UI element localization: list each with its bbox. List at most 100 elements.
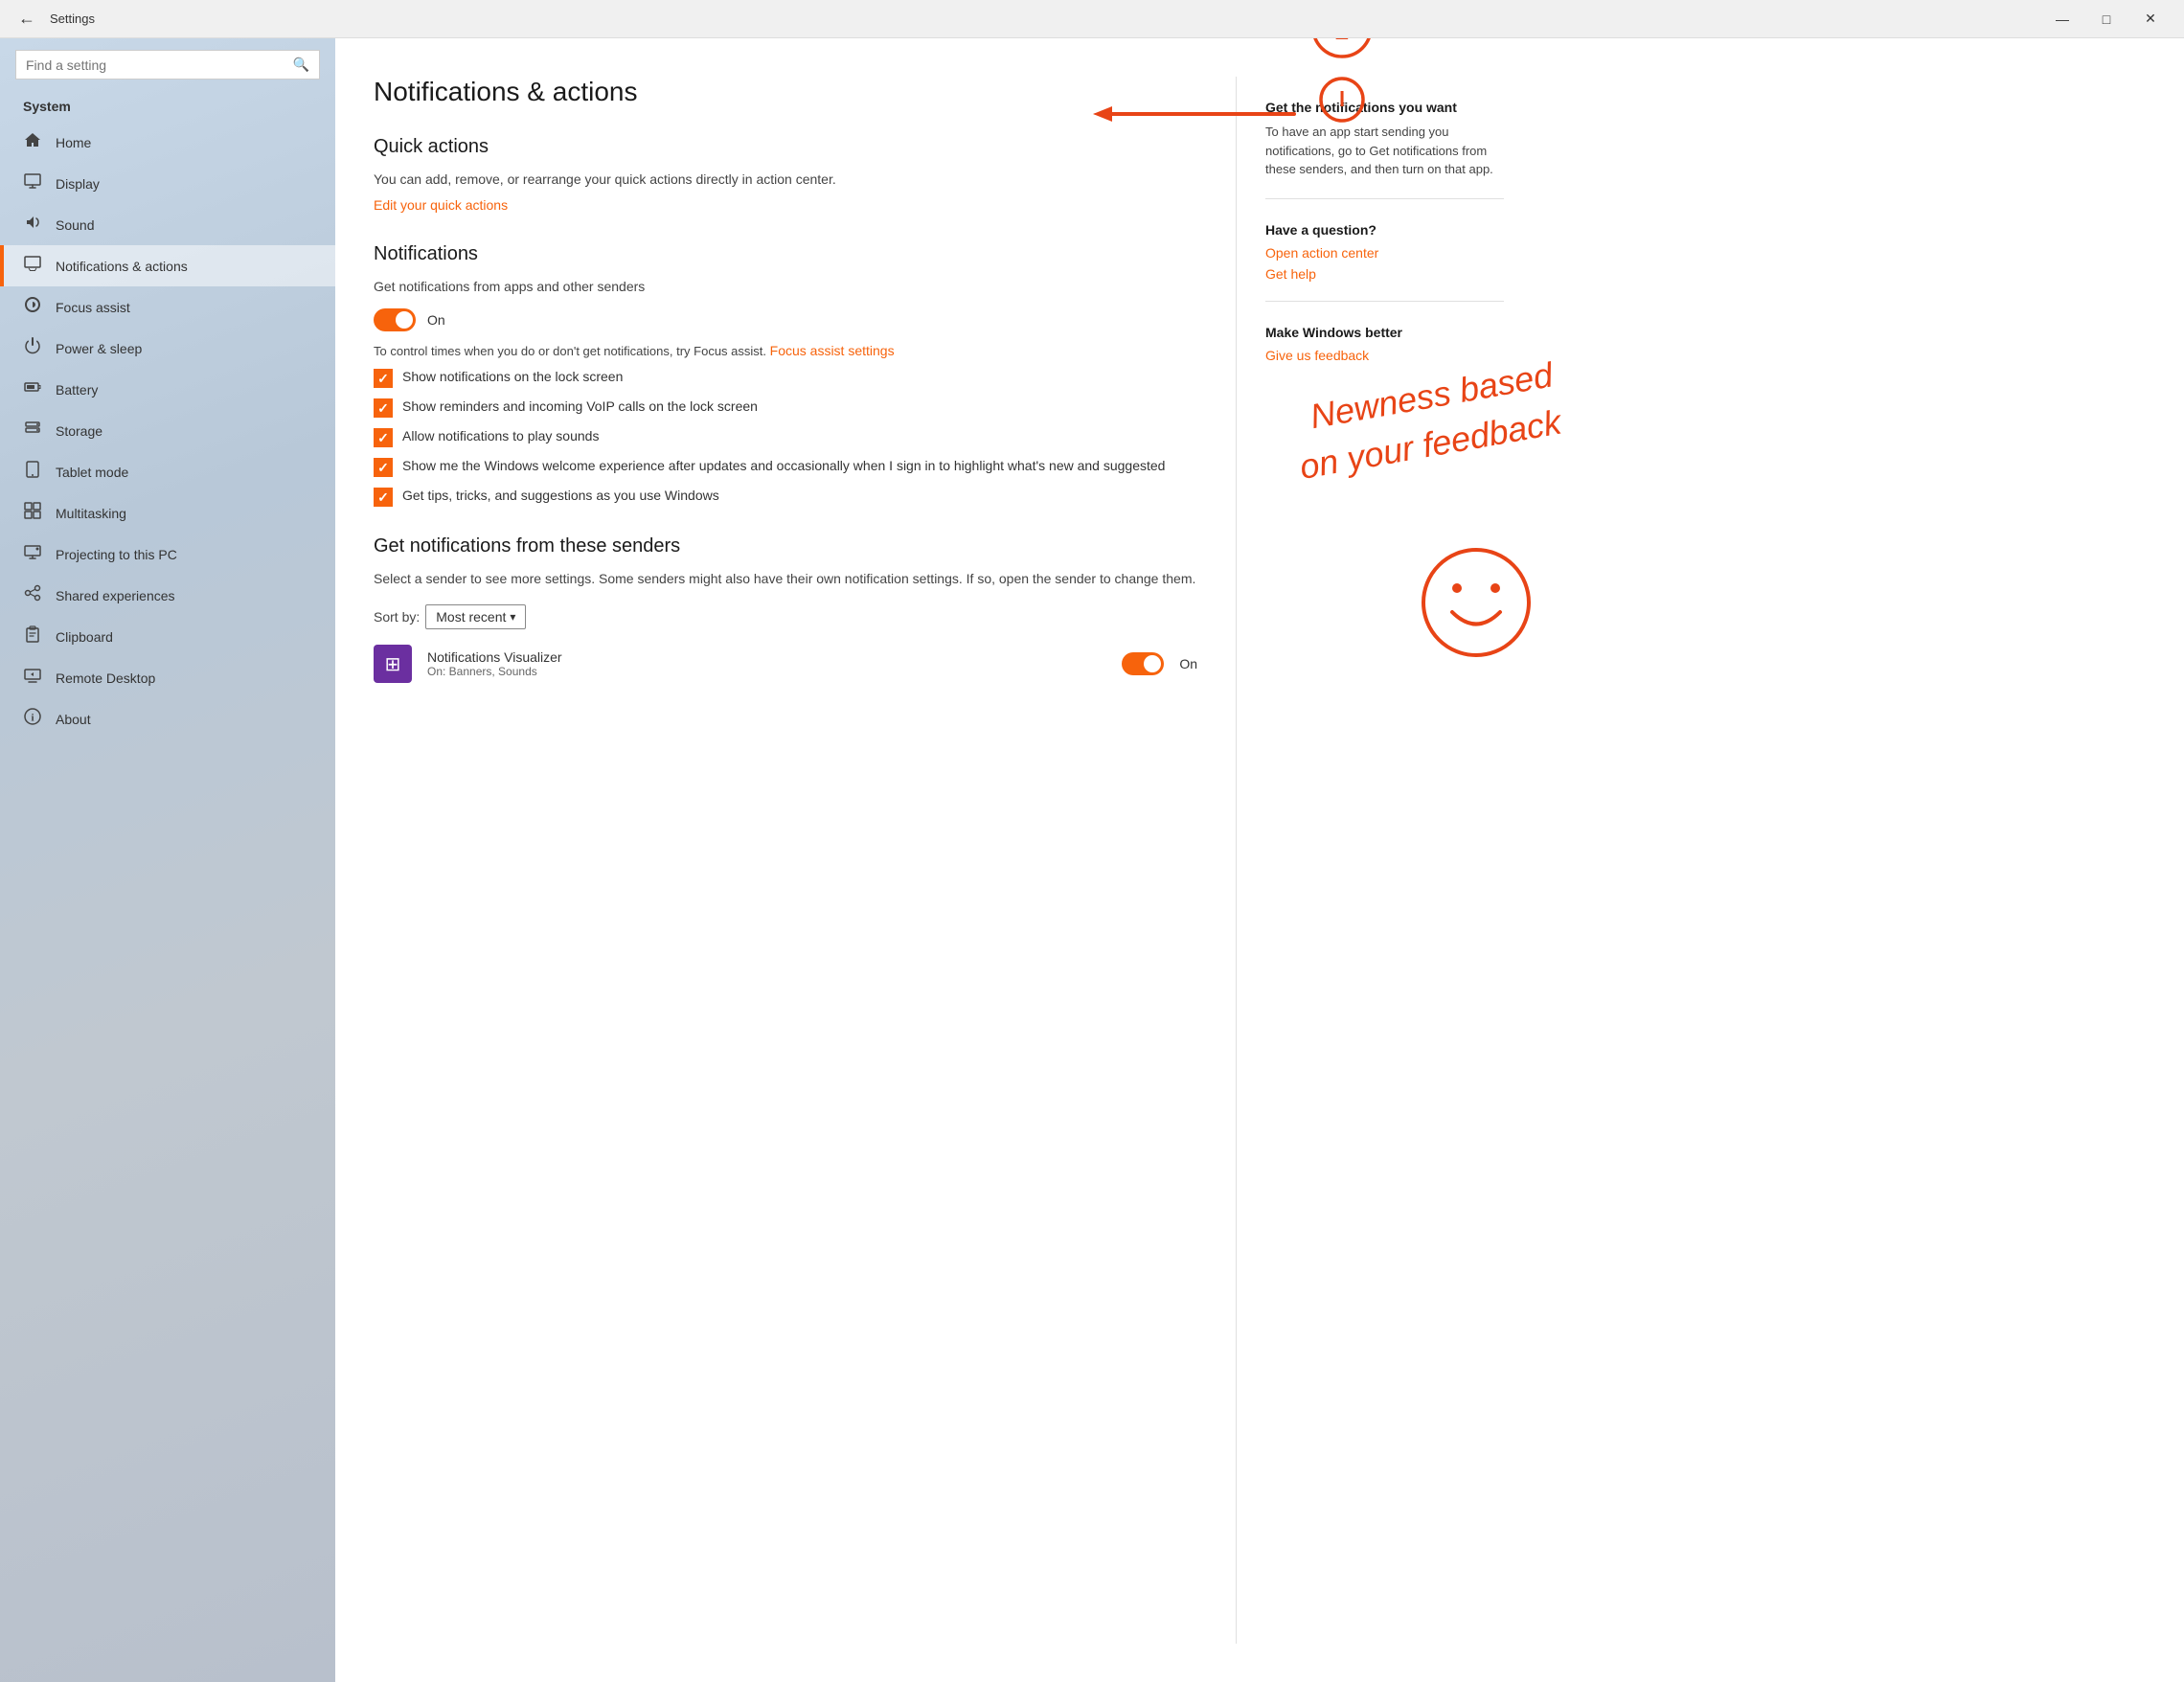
checkbox-voip[interactable] — [374, 398, 393, 418]
quick-actions-description: You can add, remove, or rearrange your q… — [374, 170, 1197, 190]
sidebar-label-shared: Shared experiences — [56, 588, 175, 603]
sidebar-label-projecting: Projecting to this PC — [56, 547, 177, 562]
sidebar-label-clipboard: Clipboard — [56, 629, 113, 645]
sidebar-label-battery: Battery — [56, 382, 98, 398]
sidebar-item-clipboard[interactable]: Clipboard — [0, 616, 335, 657]
app-toggle-label-notif-viz: On — [1179, 656, 1197, 671]
checkbox-label-lockscreen: Show notifications on the lock screen — [402, 368, 623, 387]
checkbox-lockscreen[interactable] — [374, 369, 393, 388]
app-name-notif-viz: Notifications Visualizer — [427, 649, 1106, 665]
checkbox-label-tips: Get tips, tricks, and suggestions as you… — [402, 487, 719, 506]
annotation-drawing: l Newness based on your feedback 2 — [1265, 382, 1572, 746]
sidebar-icon-clipboard — [23, 625, 42, 648]
senders-heading: Get notifications from these senders — [374, 535, 1197, 557]
sidebar-label-display: Display — [56, 176, 100, 192]
get-help-link[interactable]: Get help — [1265, 266, 1504, 282]
sidebar-icon-tablet — [23, 461, 42, 483]
svg-text:l: l — [1339, 87, 1345, 111]
right-panel: Get the notifications you want To have a… — [1236, 77, 1523, 1644]
sidebar-label-notifications: Notifications & actions — [56, 259, 188, 274]
app-info-notif-viz: Notifications Visualizer On: Banners, So… — [427, 649, 1106, 678]
sidebar-item-projecting[interactable]: Projecting to this PC — [0, 534, 335, 575]
right-section1-desc: To have an app start sending you notific… — [1265, 123, 1504, 179]
sidebar-item-focus[interactable]: Focus assist — [0, 286, 335, 328]
app-toggle-notif-viz[interactable] — [1122, 652, 1164, 675]
sidebar-label-power: Power & sleep — [56, 341, 142, 356]
open-action-center-link[interactable]: Open action center — [1265, 245, 1504, 261]
sidebar-icon-sound — [23, 214, 42, 236]
main-content: Notifications & actions Quick actions Yo… — [335, 38, 2184, 1682]
sidebar-item-about[interactable]: i About — [0, 698, 335, 739]
sidebar-label-multitasking: Multitasking — [56, 506, 126, 521]
senders-description: Select a sender to see more settings. So… — [374, 569, 1197, 589]
notifications-section: Notifications Get notifications from app… — [374, 243, 1197, 507]
minimize-button[interactable]: — — [2040, 4, 2084, 34]
sort-value: Most recent — [436, 609, 506, 625]
back-button[interactable]: ← — [11, 4, 42, 34]
maximize-button[interactable]: □ — [2084, 4, 2128, 34]
get-notifications-label: Get notifications from apps and other se… — [374, 277, 645, 297]
sidebar-item-notifications[interactable]: Notifications & actions — [0, 245, 335, 286]
checkbox-label-welcome: Show me the Windows welcome experience a… — [402, 457, 1165, 476]
sidebar-icon-remote — [23, 667, 42, 689]
app-sub-notif-viz: On: Banners, Sounds — [427, 665, 1106, 678]
checkbox-row-tips: Get tips, tricks, and suggestions as you… — [374, 487, 1197, 507]
quick-actions-heading: Quick actions — [374, 136, 1197, 158]
search-bar[interactable]: 🔍 — [15, 50, 320, 80]
edit-quick-actions-link[interactable]: Edit your quick actions — [374, 197, 508, 213]
notifications-heading: Notifications — [374, 243, 1197, 265]
right-section3-heading: Make Windows better — [1265, 325, 1504, 340]
sidebar-item-battery[interactable]: Battery — [0, 369, 335, 410]
sidebar-item-display[interactable]: Display — [0, 163, 335, 204]
search-input[interactable] — [26, 57, 293, 73]
sidebar-item-remote[interactable]: Remote Desktop — [0, 657, 335, 698]
page-title: Notifications & actions — [374, 77, 1197, 107]
sidebar-item-home[interactable]: Home — [0, 122, 335, 163]
checkbox-tips[interactable] — [374, 488, 393, 507]
sidebar-label-home: Home — [56, 135, 91, 150]
annotation-area: l Newness based on your feedback 2 — [1265, 382, 1504, 751]
sidebar-icon-home — [23, 131, 42, 153]
sidebar-icon-display — [23, 172, 42, 194]
sort-by-label: Sort by: — [374, 609, 420, 625]
checkbox-row-sounds: Allow notifications to play sounds — [374, 427, 1197, 447]
give-feedback-link[interactable]: Give us feedback — [1265, 348, 1504, 363]
right-sep-2 — [1265, 301, 1504, 302]
sort-dropdown-button[interactable]: Most recent ▾ — [425, 604, 526, 629]
app-title: Settings — [50, 11, 95, 26]
checkboxes-container: Show notifications on the lock screen Sh… — [374, 368, 1197, 507]
checkbox-welcome[interactable] — [374, 458, 393, 477]
sidebar-item-multitasking[interactable]: Multitasking — [0, 492, 335, 534]
sidebar-label-tablet: Tablet mode — [56, 465, 128, 480]
checkbox-row-voip: Show reminders and incoming VoIP calls o… — [374, 398, 1197, 418]
sidebar-label-sound: Sound — [56, 217, 94, 233]
sidebar-item-sound[interactable]: Sound — [0, 204, 335, 245]
sidebar-item-power[interactable]: Power & sleep — [0, 328, 335, 369]
app-row-notif-viz[interactable]: ⊞ Notifications Visualizer On: Banners, … — [374, 645, 1197, 683]
sidebar-icon-shared — [23, 584, 42, 606]
checkbox-row-welcome: Show me the Windows welcome experience a… — [374, 457, 1197, 477]
sidebar-item-storage[interactable]: Storage — [0, 410, 335, 451]
content-area: Notifications & actions Quick actions Yo… — [374, 77, 1236, 1644]
sidebar-icon-focus — [23, 296, 42, 318]
checkbox-sounds[interactable] — [374, 428, 393, 447]
sidebar-label-remote: Remote Desktop — [56, 671, 155, 686]
close-button[interactable]: ✕ — [2128, 4, 2173, 34]
titlebar: ← Settings — □ ✕ — [0, 0, 2184, 38]
sidebar-item-tablet[interactable]: Tablet mode — [0, 451, 335, 492]
senders-section: Get notifications from these senders Sel… — [374, 535, 1197, 683]
notifications-toggle[interactable] — [374, 308, 416, 331]
sidebar-icon-storage — [23, 420, 42, 442]
checkbox-label-voip: Show reminders and incoming VoIP calls o… — [402, 398, 758, 417]
right-section2-heading: Have a question? — [1265, 222, 1504, 238]
focus-assist-settings-link[interactable]: Focus assist settings — [770, 343, 895, 358]
sidebar-items-container: Home Display Sound Notifications & actio… — [0, 122, 335, 739]
sidebar-item-shared[interactable]: Shared experiences — [0, 575, 335, 616]
right-section1-heading: Get the notifications you want — [1265, 100, 1504, 115]
notifications-toggle-label: On — [427, 312, 445, 328]
quick-actions-section: Quick actions You can add, remove, or re… — [374, 136, 1197, 215]
sort-chevron-icon: ▾ — [510, 610, 515, 624]
search-icon: 🔍 — [293, 57, 309, 73]
window-controls: — □ ✕ — [2040, 4, 2173, 34]
svg-text:i: i — [31, 713, 34, 724]
